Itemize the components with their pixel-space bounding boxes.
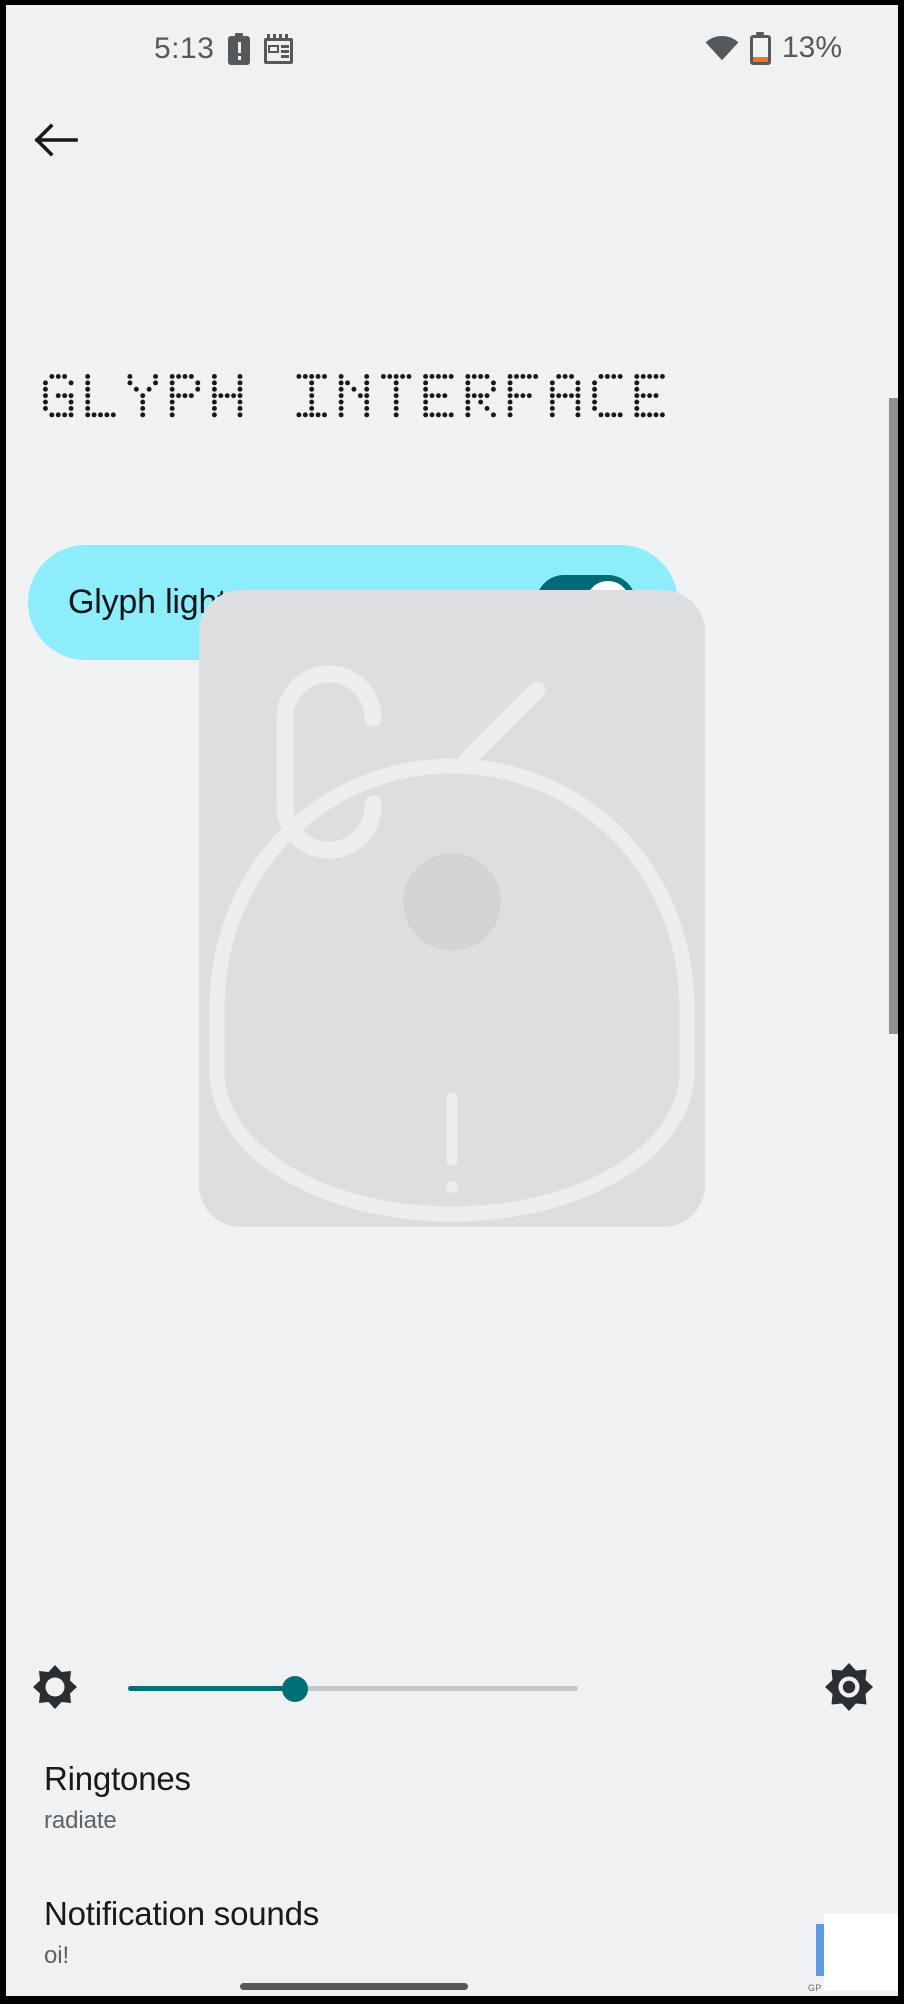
status-bar: 5:13 13%: [0, 0, 904, 92]
page-title: GLYPH INTERFACE: [42, 368, 742, 438]
frame-edge-right: [898, 0, 904, 2004]
brightness-high-icon[interactable]: [824, 1662, 874, 1712]
overlay-blue-bar: [816, 1924, 824, 1976]
overlay-caption: GP: [808, 1983, 822, 1993]
battery-alert-icon: [228, 33, 251, 65]
vertical-scrollbar[interactable]: [889, 398, 898, 1034]
row-title: Ringtones: [44, 1760, 191, 1797]
row-subtitle: radiate: [44, 1807, 117, 1834]
brightness-slider[interactable]: [128, 1676, 578, 1702]
overlay-white-panel: [824, 1914, 898, 1991]
glyph-brightness-row[interactable]: [0, 1648, 904, 1734]
battery-low-icon: [749, 31, 771, 65]
frame-edge-top: [0, 0, 904, 5]
settings-row-notification-sounds[interactable]: Notification sounds oi!: [44, 1895, 684, 1970]
settings-row-ringtones[interactable]: Ringtones radiate: [44, 1760, 684, 1835]
horizontal-scrollbar[interactable]: [240, 1983, 468, 1990]
phone-screen: 5:13 13% Glyph lights Ringtones radiate …: [0, 0, 904, 2004]
back-arrow-icon: [34, 123, 78, 157]
brightness-low-icon[interactable]: [32, 1664, 78, 1710]
brightness-slider-fill: [128, 1686, 295, 1691]
status-bar-left: 5:13: [154, 32, 294, 66]
nothing-phone-glyph-diagram: [199, 590, 705, 1227]
row-subtitle: oi!: [44, 1942, 70, 1969]
wifi-icon: [705, 36, 739, 61]
frame-edge-bottom: [0, 1996, 904, 2004]
calendar-icon: [264, 34, 294, 64]
battery-percentage-label: 13%: [781, 31, 842, 64]
back-button[interactable]: [24, 108, 88, 172]
brightness-slider-thumb[interactable]: [281, 1676, 308, 1702]
row-title: Notification sounds: [44, 1895, 320, 1932]
status-clock: 5:13: [154, 32, 215, 65]
status-bar-right: 13%: [705, 31, 842, 65]
frame-edge-left: [0, 0, 6, 2004]
